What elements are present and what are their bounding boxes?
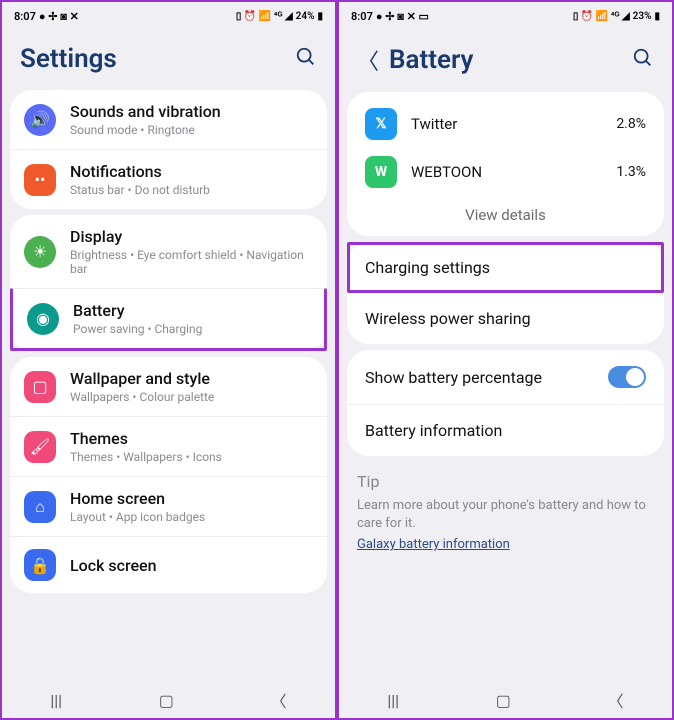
battery-icon: ◉ <box>27 303 59 335</box>
row-wallpaper[interactable]: ▢ Wallpaper and style Wallpapers • Colou… <box>10 357 327 416</box>
setting-label: Charging settings <box>365 258 490 277</box>
settings-group: ☀ Display Brightness • Eye comfort shiel… <box>10 215 327 351</box>
item-sub: Status bar • Do not disturb <box>70 183 210 197</box>
setting-label: Show battery percentage <box>365 368 542 387</box>
row-battery[interactable]: ◉ Battery Power saving • Charging <box>10 288 327 351</box>
view-details-button[interactable]: View details <box>347 196 664 236</box>
row-lockscreen[interactable]: 🔒 Lock screen <box>10 536 327 593</box>
battery-icon: ▮ <box>317 11 323 22</box>
item-title: Sounds and vibration <box>70 102 221 121</box>
page-header: 〈 Battery <box>339 30 672 86</box>
row-notifications[interactable]: •• Notifications Status bar • Do not dis… <box>10 149 327 209</box>
phone-battery: 8:07 ● ✢ ◙ ✕ ▭ ▯ ⏰ 📶 ⁴ᴳ ◢ 23% ▮ 〈 Batter… <box>337 0 674 720</box>
app-pct: 1.3% <box>616 164 646 180</box>
item-title: Home screen <box>70 489 205 508</box>
apps-card: 𝕏 Twitter 2.8% W WEBTOON 1.3% View detai… <box>347 92 664 236</box>
status-icons: ● ✢ ◙ ✕ ▭ <box>376 10 429 23</box>
status-icons: ● ✢ ◙ ✕ <box>39 10 79 23</box>
speaker-icon: 🔊 <box>24 104 56 136</box>
search-icon[interactable] <box>632 47 654 74</box>
wallpaper-icon: ▢ <box>24 371 56 403</box>
status-bar: 8:07 ● ✢ ◙ ✕ ▯ ⏰ 📶 ⁴ᴳ ◢ 24% ▮ <box>2 2 335 30</box>
battery-pct: 24% <box>296 11 315 22</box>
back-chevron-icon[interactable]: 〈 <box>357 44 379 76</box>
home-button[interactable]: ▢ <box>496 691 511 710</box>
twitter-icon: 𝕏 <box>365 108 397 140</box>
webtoon-icon: W <box>365 156 397 188</box>
time: 8:07 <box>351 10 373 23</box>
display-icon: ☀ <box>24 236 56 268</box>
row-display[interactable]: ☀ Display Brightness • Eye comfort shiel… <box>10 215 327 288</box>
item-title: Battery <box>73 301 202 320</box>
tip-label: Tip <box>357 472 654 491</box>
recents-button[interactable]: ||| <box>387 691 399 710</box>
themes-icon: 🖌 <box>24 431 56 463</box>
page-title: Settings <box>20 44 117 74</box>
toggle-on[interactable] <box>608 366 646 388</box>
item-sub: Sound mode • Ringtone <box>70 123 221 137</box>
options-card: Show battery percentage Battery informat… <box>347 350 664 456</box>
signal-icons: ▯ ⏰ 📶 ⁴ᴳ ◢ <box>573 11 630 22</box>
setting-label: Battery information <box>365 421 502 440</box>
row-homescreen[interactable]: ⌂ Home screen Layout • App icon badges <box>10 476 327 536</box>
tip-section: Tip Learn more about your phone's batter… <box>339 462 672 572</box>
row-sounds[interactable]: 🔊 Sounds and vibration Sound mode • Ring… <box>10 90 327 149</box>
home-icon: ⌂ <box>24 491 56 523</box>
app-name: WEBTOON <box>411 163 602 181</box>
back-button[interactable]: 〈 <box>271 688 287 712</box>
page-header: Settings <box>2 30 335 84</box>
status-bar: 8:07 ● ✢ ◙ ✕ ▭ ▯ ⏰ 📶 ⁴ᴳ ◢ 23% ▮ <box>339 2 672 30</box>
item-title: Display <box>70 227 313 246</box>
app-row-twitter[interactable]: 𝕏 Twitter 2.8% <box>347 100 664 148</box>
row-show-battery-pct[interactable]: Show battery percentage <box>347 350 664 404</box>
nav-bar: ||| ▢ 〈 <box>2 682 335 718</box>
app-name: Twitter <box>411 115 602 133</box>
recents-button[interactable]: ||| <box>50 691 62 710</box>
item-sub: Brightness • Eye comfort shield • Naviga… <box>70 248 313 276</box>
notifications-icon: •• <box>24 164 56 196</box>
settings-group: 🔊 Sounds and vibration Sound mode • Ring… <box>10 90 327 209</box>
settings-card: Charging settings Wireless power sharing <box>347 242 664 344</box>
item-title: Lock screen <box>70 556 157 575</box>
battery-icon: ▮ <box>654 11 660 22</box>
app-pct: 2.8% <box>616 116 646 132</box>
phone-settings: 8:07 ● ✢ ◙ ✕ ▯ ⏰ 📶 ⁴ᴳ ◢ 24% ▮ Settings 🔊… <box>0 0 337 720</box>
home-button[interactable]: ▢ <box>159 691 174 710</box>
row-wireless-power-sharing[interactable]: Wireless power sharing <box>347 293 664 344</box>
item-sub: Layout • App icon badges <box>70 510 205 524</box>
battery-pct: 23% <box>633 11 652 22</box>
row-themes[interactable]: 🖌 Themes Themes • Wallpapers • Icons <box>10 416 327 476</box>
app-row-webtoon[interactable]: W WEBTOON 1.3% <box>347 148 664 196</box>
signal-icons: ▯ ⏰ 📶 ⁴ᴳ ◢ <box>236 11 293 22</box>
row-charging-settings[interactable]: Charging settings <box>347 242 664 293</box>
item-sub: Power saving • Charging <box>73 322 202 336</box>
tip-text: Learn more about your phone's battery an… <box>357 497 654 533</box>
search-icon[interactable] <box>295 46 317 73</box>
setting-label: Wireless power sharing <box>365 309 531 328</box>
item-sub: Wallpapers • Colour palette <box>70 390 214 404</box>
item-title: Themes <box>70 429 222 448</box>
item-title: Wallpaper and style <box>70 369 214 388</box>
back-button[interactable]: 〈 <box>608 688 624 712</box>
row-battery-info[interactable]: Battery information <box>347 404 664 456</box>
time: 8:07 <box>14 10 36 23</box>
lock-icon: 🔒 <box>24 549 56 581</box>
settings-group: ▢ Wallpaper and style Wallpapers • Colou… <box>10 357 327 593</box>
item-sub: Themes • Wallpapers • Icons <box>70 450 222 464</box>
item-title: Notifications <box>70 162 210 181</box>
page-title: Battery <box>389 45 473 75</box>
tip-link[interactable]: Galaxy battery information <box>357 537 510 552</box>
nav-bar: ||| ▢ 〈 <box>339 682 672 718</box>
